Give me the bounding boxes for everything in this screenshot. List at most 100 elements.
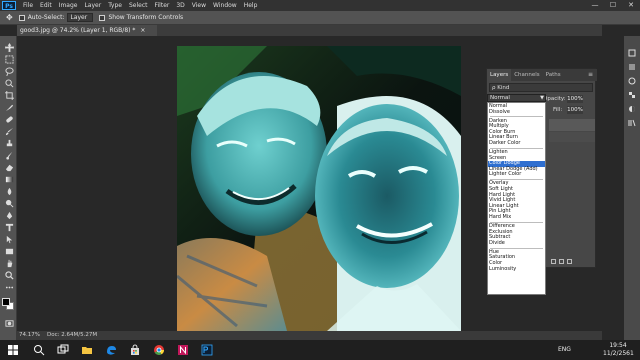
eyedropper-tool-icon[interactable] [4, 102, 14, 112]
healing-brush-tool-icon[interactable] [4, 114, 14, 124]
auto-select-label: Auto-Select: [27, 14, 65, 21]
close-button[interactable]: ✕ [622, 0, 640, 11]
start-icon[interactable] [6, 343, 20, 357]
dodge-tool-icon[interactable] [4, 198, 14, 208]
properties-panel-icon[interactable] [628, 56, 636, 70]
path-selection-tool-icon[interactable] [4, 234, 14, 244]
tab-close-icon[interactable]: × [140, 27, 145, 34]
store-icon[interactable] [128, 343, 142, 357]
layer-row[interactable] [549, 132, 595, 142]
opacity-input[interactable]: 100% [567, 95, 583, 103]
menu-edit[interactable]: Edit [40, 2, 52, 9]
clone-stamp-tool-icon[interactable] [4, 138, 14, 148]
panel-tabs: Layers Channels Paths ≡ [487, 69, 597, 81]
blur-tool-icon[interactable] [4, 186, 14, 196]
gradient-tool-icon[interactable] [4, 174, 14, 184]
marquee-tool-icon[interactable] [4, 54, 14, 64]
minimize-button[interactable]: — [586, 0, 604, 11]
rectangle-tool-icon[interactable] [4, 246, 14, 256]
window-controls: — ☐ ✕ [586, 0, 640, 11]
color-panel-icon[interactable] [628, 70, 636, 85]
app-n-icon[interactable] [176, 343, 190, 357]
hand-tool-icon[interactable] [4, 258, 14, 268]
menu-file[interactable]: File [23, 2, 33, 9]
delete-layer-icon[interactable] [567, 259, 572, 264]
task-view-icon[interactable] [56, 343, 70, 357]
blend-option[interactable]: Divide [488, 240, 545, 247]
crop-tool-icon[interactable] [4, 90, 14, 100]
menu-type[interactable]: Type [108, 2, 122, 9]
document-tab[interactable]: good3.jpg @ 74.2% (Layer 1, RGB/8) * × [17, 25, 157, 36]
more-tools-icon[interactable] [4, 282, 14, 292]
tab-channels[interactable]: Channels [511, 69, 542, 81]
move-tool-icon[interactable] [4, 42, 14, 52]
clock-time[interactable]: 19:54 [603, 342, 633, 349]
adjustments-panel-icon[interactable] [628, 98, 636, 112]
history-brush-tool-icon[interactable] [4, 150, 14, 160]
file-explorer-icon[interactable] [80, 343, 94, 357]
menu-image[interactable]: Image [59, 2, 78, 9]
menu-layer[interactable]: Layer [84, 2, 101, 9]
tools-panel [0, 36, 17, 340]
type-tool-icon[interactable] [4, 222, 14, 232]
brush-tool-icon[interactable] [4, 126, 14, 136]
fill-input[interactable]: 100% [567, 106, 583, 114]
menu-window[interactable]: Window [213, 2, 237, 9]
panel-icon-strip [624, 36, 640, 340]
auto-select-checkbox[interactable] [18, 14, 25, 21]
move-tool-icon[interactable]: ✥ [6, 13, 13, 22]
layer-row[interactable] [549, 119, 595, 131]
quick-select-tool-icon[interactable] [4, 78, 14, 88]
edge-icon[interactable] [104, 343, 118, 357]
photoshop-icon[interactable] [200, 343, 214, 357]
language-indicator[interactable]: ENG [558, 346, 571, 353]
menu-select[interactable]: Select [129, 2, 148, 9]
panel-menu-icon[interactable]: ≡ [588, 71, 595, 78]
layer-kind-filter[interactable]: ρ Kind [489, 83, 593, 92]
zoom-level[interactable]: 74.17% [19, 331, 40, 340]
search-icon[interactable] [32, 343, 46, 357]
menu-bar: Ps File Edit Image Layer Type Select Fil… [0, 0, 640, 11]
new-layer-icon[interactable] [559, 259, 564, 264]
blend-option[interactable]: Dissolve [488, 109, 545, 116]
eraser-tool-icon[interactable] [4, 162, 14, 172]
layers-panel-footer [549, 257, 595, 266]
blend-mode-current: Normal [490, 95, 510, 101]
blend-option[interactable]: Lighter Color [488, 172, 545, 178]
menu-view[interactable]: View [192, 2, 206, 9]
blend-mode-dropdown-list: Normal Dissolve Darken Multiply Color Burn Li… [487, 102, 546, 295]
document-size: Doc: 2.64M/5.27M [47, 332, 98, 338]
history-panel-icon[interactable] [628, 42, 636, 57]
blend-option[interactable]: Hard Mix [488, 214, 545, 221]
swatches-panel-icon[interactable] [628, 84, 636, 98]
show-transform-checkbox[interactable] [99, 14, 106, 21]
auto-select-target-dropdown[interactable]: Layer [67, 13, 94, 22]
photoshop-logo: Ps [2, 1, 16, 10]
blend-option[interactable]: Luminosity [488, 266, 545, 273]
chevron-down-icon: ▼ [540, 95, 544, 101]
menu-filter[interactable]: Filter [155, 2, 170, 9]
pen-tool-icon[interactable] [4, 210, 14, 220]
maximize-button[interactable]: ☐ [604, 0, 622, 11]
foreground-color-swatch[interactable] [2, 298, 10, 306]
menu-help[interactable]: Help [244, 2, 258, 9]
quick-mask-icon[interactable] [4, 318, 14, 328]
blend-mode-select[interactable]: Normal ▼ [487, 94, 546, 102]
menu-3d[interactable]: 3D [176, 2, 184, 9]
lasso-tool-icon[interactable] [4, 66, 14, 76]
document-image[interactable] [177, 46, 461, 331]
blend-option[interactable]: Darker Color [488, 140, 545, 147]
opacity-label: Opacity: [543, 96, 566, 102]
status-bar: 74.17% Doc: 2.64M/5.27M [17, 331, 602, 340]
document-tab-bar: good3.jpg @ 74.2% (Layer 1, RGB/8) * × [17, 25, 602, 36]
libraries-panel-icon[interactable] [628, 112, 636, 127]
zoom-tool-icon[interactable] [4, 270, 14, 280]
tab-paths[interactable]: Paths [543, 69, 564, 81]
options-bar: ✥ Auto-Select: Layer Show Transform Cont… [0, 11, 640, 25]
inverted-photo [177, 46, 461, 331]
tab-layers[interactable]: Layers [487, 69, 512, 81]
chrome-icon[interactable] [152, 343, 166, 357]
new-group-icon[interactable] [551, 259, 556, 264]
windows-taskbar: ENG 19:54 11/2/2561 [0, 340, 640, 360]
clock-date[interactable]: 11/2/2561 [603, 350, 634, 357]
